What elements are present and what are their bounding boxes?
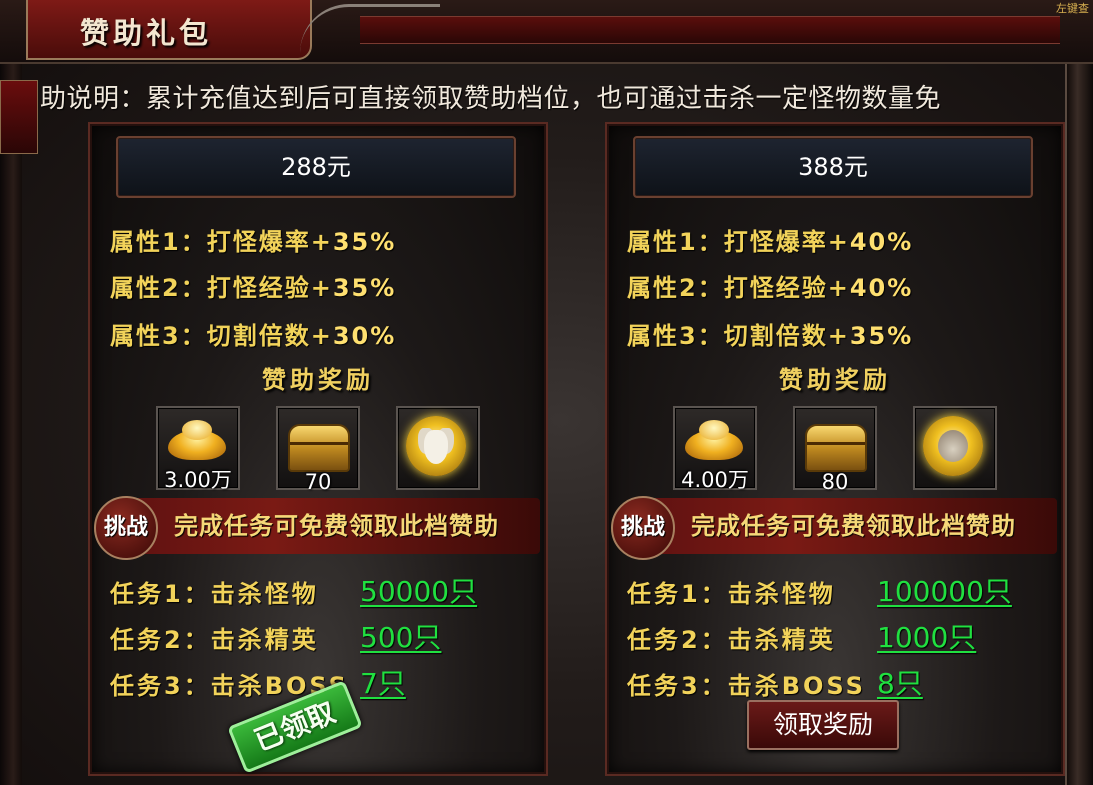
attribute-label: 属性2：打怪经验+ xyxy=(627,274,850,302)
reward-slot[interactable]: 70 xyxy=(276,406,360,494)
challenge-text: 完成任务可免费领取此档赞助 xyxy=(174,512,499,540)
attribute-value: 35% xyxy=(849,322,914,350)
corner-hint: 左键查 xyxy=(1056,2,1089,15)
task-label: 任务1：击杀怪物 xyxy=(627,580,836,608)
task-link[interactable]: 500只 xyxy=(360,616,441,656)
tier-price: 288元 xyxy=(116,136,516,198)
title-bar: 赞助礼包 左键查 xyxy=(0,0,1093,64)
task-label: 任务2：击杀精英 xyxy=(627,626,836,654)
tier-panel-288: 288元 属性1：打怪爆率+35% 属性2：打怪经验+35% 属性3：切割倍数+… xyxy=(88,122,548,776)
task-link[interactable]: 50000只 xyxy=(360,570,477,610)
attribute-value: 35% xyxy=(332,228,397,256)
reward-slot[interactable] xyxy=(396,406,480,490)
claim-reward-button[interactable]: 领取奖励 xyxy=(747,700,899,750)
attribute-value: 35% xyxy=(332,274,397,302)
challenge-banner: 挑战 完成任务可免费领取此档赞助 xyxy=(94,496,540,560)
reward-slot[interactable]: 3.00万 xyxy=(156,406,240,492)
attribute-row: 属性3：切割倍数+30% xyxy=(110,316,396,351)
title-ornament xyxy=(300,4,440,53)
description-text: 助说明：累计充值达到后可直接领取赞助档位，也可通过击杀一定怪物数量免 xyxy=(40,84,942,114)
challenge-banner: 挑战 完成任务可免费领取此档赞助 xyxy=(611,496,1057,560)
task-link[interactable]: 8只 xyxy=(877,662,923,702)
reward-slot[interactable]: 80 xyxy=(793,406,877,494)
reward-slot[interactable]: 4.00万 xyxy=(673,406,757,492)
attribute-row: 属性1：打怪爆率+40% xyxy=(627,222,913,257)
task-link[interactable]: 7只 xyxy=(360,662,406,702)
attribute-value: 30% xyxy=(332,322,397,350)
attribute-label: 属性3：切割倍数+ xyxy=(110,322,333,350)
gold-ingot-icon xyxy=(685,420,743,460)
treasure-chest-icon xyxy=(288,424,350,472)
reward-slot[interactable] xyxy=(913,406,997,490)
attribute-label: 属性1：打怪爆率+ xyxy=(110,228,333,256)
challenge-badge: 挑战 xyxy=(94,496,158,560)
attribute-row: 属性1：打怪爆率+35% xyxy=(110,222,396,257)
reward-quantity: 80 xyxy=(821,470,849,494)
right-frame xyxy=(1065,40,1093,785)
goat-zodiac-badge-icon xyxy=(406,416,466,476)
tier-panel-388: 388元 属性1：打怪爆率+40% 属性2：打怪经验+40% 属性3：切割倍数+… xyxy=(605,122,1065,776)
reward-quantity: 70 xyxy=(304,470,332,494)
challenge-text: 完成任务可免费领取此档赞助 xyxy=(691,512,1016,540)
reward-quantity: 4.00万 xyxy=(681,468,749,492)
attribute-row: 属性2：打怪经验+35% xyxy=(110,268,396,303)
treasure-chest-icon xyxy=(805,424,867,472)
task-link[interactable]: 100000只 xyxy=(877,570,1012,610)
window-title: 赞助礼包 xyxy=(80,16,213,50)
task-label: 任务2：击杀精英 xyxy=(110,626,319,654)
attribute-row: 属性2：打怪经验+40% xyxy=(627,268,913,303)
gold-ingot-icon xyxy=(168,420,226,460)
task-label: 任务3：击杀BOSS xyxy=(627,672,866,700)
reward-title: 赞助奖励 xyxy=(262,365,374,394)
attribute-label: 属性3：切割倍数+ xyxy=(627,322,850,350)
reward-title: 赞助奖励 xyxy=(779,365,891,394)
attribute-label: 属性2：打怪经验+ xyxy=(110,274,333,302)
monkey-zodiac-badge-icon xyxy=(923,416,983,476)
attribute-value: 40% xyxy=(849,228,914,256)
attribute-row: 属性3：切割倍数+35% xyxy=(627,316,913,351)
task-link[interactable]: 1000只 xyxy=(877,616,976,656)
reward-quantity: 3.00万 xyxy=(164,468,232,492)
left-frame xyxy=(0,60,22,785)
task-label: 任务1：击杀怪物 xyxy=(110,580,319,608)
attribute-value: 40% xyxy=(849,274,914,302)
attribute-label: 属性1：打怪爆率+ xyxy=(627,228,850,256)
tier-price: 388元 xyxy=(633,136,1033,198)
side-tab-decoration xyxy=(0,80,38,154)
title-stripe xyxy=(360,16,1060,44)
challenge-badge: 挑战 xyxy=(611,496,675,560)
